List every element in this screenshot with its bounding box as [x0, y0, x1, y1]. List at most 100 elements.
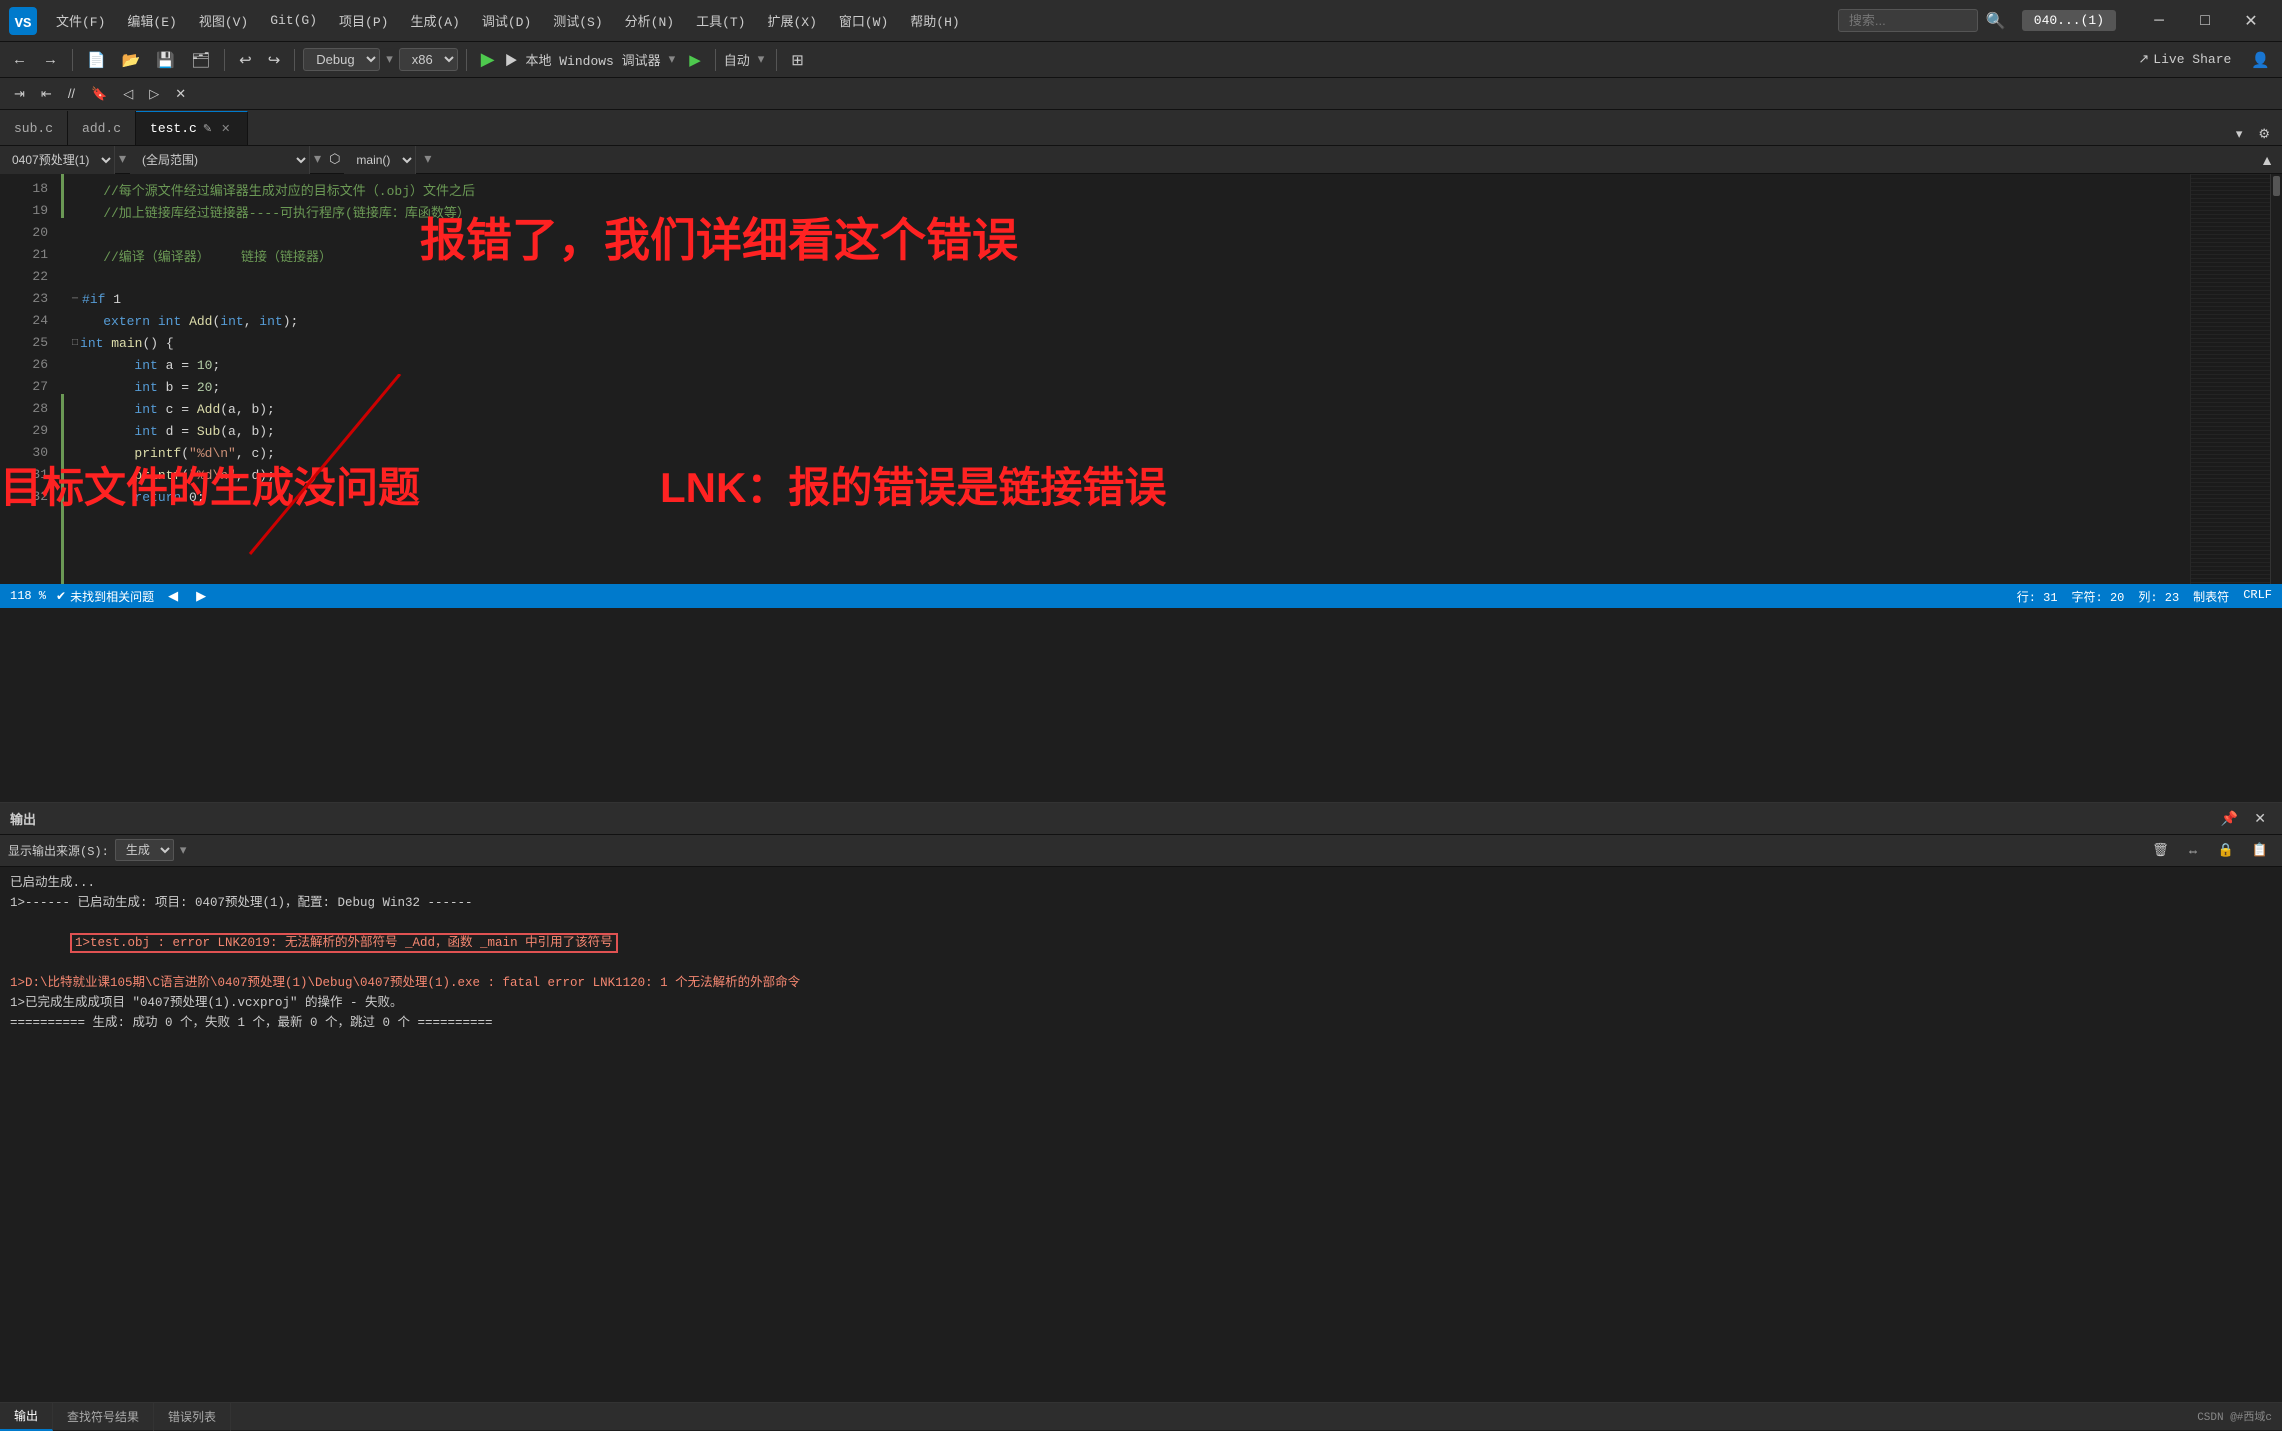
modified-indicator: ✎	[203, 122, 212, 136]
code-text-24-space2	[181, 314, 189, 329]
search-input[interactable]	[1838, 9, 1978, 32]
code-line-23: ─ #if 1	[72, 288, 2190, 310]
scope-select[interactable]: 0407预处理(1)	[0, 146, 115, 174]
nav-up-button[interactable]: ▲	[2252, 150, 2282, 170]
layout-button[interactable]: ⊞	[785, 48, 810, 72]
context-select[interactable]: (全局范围)	[130, 146, 310, 174]
clear-output-button[interactable]: 🗑	[2146, 840, 2175, 860]
code-27-b: b =	[158, 380, 197, 395]
code-content[interactable]: //每个源文件经过编译器生成对应的目标文件（.obj）文件之后 //加上链接库经…	[64, 174, 2190, 584]
tab-list-button[interactable]: ▾	[2230, 123, 2249, 145]
comment-button[interactable]: //	[62, 83, 81, 104]
bookmark-button[interactable]: 🔖	[85, 83, 113, 105]
auto-dropdown-icon[interactable]: ▾	[754, 52, 769, 67]
func-select[interactable]: main()	[344, 146, 416, 174]
debug-config-select[interactable]: Debug	[303, 48, 380, 71]
tab-test-c[interactable]: test.c ✎ ✕	[136, 111, 248, 145]
code-line-21: //编译（编译器） 链接（链接器）	[72, 244, 2190, 266]
run-button[interactable]: ▶	[475, 47, 501, 72]
scroll-left-btn[interactable]: ◀	[164, 588, 182, 604]
arch-select[interactable]: x86	[399, 48, 458, 71]
code-line-29: int d = Sub (a, b);	[72, 420, 2190, 442]
output-content: 已启动生成... 1>------ 已启动生成: 项目: 0407预处理(1)，…	[0, 867, 2282, 1403]
menu-project[interactable]: 项目(P)	[329, 7, 398, 34]
toolbar-sep-5	[715, 49, 716, 71]
open-button[interactable]: 📂	[116, 48, 147, 72]
close-button[interactable]: ✕	[2228, 0, 2274, 42]
toolbar-sep-4	[466, 49, 467, 71]
output-tabs: 输出 查找符号结果 错误列表	[0, 1402, 2282, 1430]
panel-close-button[interactable]: ✕	[2248, 808, 2272, 829]
line-num-28: 28	[0, 398, 48, 420]
code-line-19: //加上链接库经过链接器----可执行程序(链接库：库函数等）	[72, 200, 2190, 222]
status-check: ✔ 未找到相关问题	[56, 588, 154, 605]
menu-test[interactable]: 测试(S)	[543, 7, 612, 34]
menu-file[interactable]: 文件(F)	[46, 7, 115, 34]
output-panel-header: 输出 📌 ✕	[0, 803, 2282, 835]
fold-23[interactable]: ─	[72, 294, 78, 305]
menu-view[interactable]: 视图(V)	[189, 7, 258, 34]
output-tab-output[interactable]: 输出	[0, 1403, 53, 1431]
outdent-button[interactable]: ⇤	[35, 83, 58, 105]
tab-test-c-close[interactable]: ✕	[218, 120, 233, 138]
restart-button[interactable]: ▶	[683, 48, 707, 72]
run-label: ▶ 本地 Windows 调试器	[505, 50, 661, 69]
code-29-int: int	[134, 424, 157, 439]
tab-add-c[interactable]: add.c	[68, 111, 136, 145]
output-line-2: 1>------ 已启动生成: 项目: 0407预处理(1)，配置: Debug…	[10, 893, 2272, 913]
scroll-thumb[interactable]	[2273, 176, 2280, 196]
save-all-button[interactable]: 🗂	[185, 48, 216, 72]
indent-button[interactable]: ⇥	[8, 83, 31, 105]
back-button[interactable]: ←	[6, 48, 33, 71]
menu-git[interactable]: Git(G)	[260, 9, 327, 32]
menu-help[interactable]: 帮助(H)	[900, 7, 969, 34]
menu-extensions[interactable]: 扩展(X)	[757, 7, 826, 34]
panel-pin-button[interactable]: 📌	[2215, 808, 2244, 829]
output-tab-error-list[interactable]: 错误列表	[154, 1403, 231, 1431]
undo-button[interactable]: ↩	[233, 48, 258, 72]
run-dropdown-icon[interactable]: ▾	[665, 52, 680, 67]
forward-button[interactable]: →	[37, 48, 64, 71]
new-file-button[interactable]: 📄	[81, 48, 112, 72]
menu-build[interactable]: 生成(A)	[400, 7, 469, 34]
code-text-25-int: int	[80, 336, 103, 351]
menu-edit[interactable]: 编辑(E)	[117, 7, 186, 34]
minimize-button[interactable]: ─	[2136, 0, 2182, 42]
menu-analyze[interactable]: 分析(N)	[615, 7, 684, 34]
title-display: 040...(1)	[2022, 10, 2116, 31]
code-30-printf: printf	[134, 446, 181, 461]
menu-debug[interactable]: 调试(D)	[472, 7, 541, 34]
output-source-select[interactable]: 生成	[115, 839, 174, 861]
save-button[interactable]: 💾	[150, 48, 181, 72]
bookmark-clear[interactable]: ✕	[169, 83, 192, 105]
line-num-25: 25	[0, 332, 48, 354]
code-26-a: a =	[158, 358, 197, 373]
code-text-18: //每个源文件经过编译器生成对应的目标文件（.obj）文件之后	[72, 180, 475, 199]
line-num-22: 22	[0, 266, 48, 288]
wrap-output-button[interactable]: ⇔	[2181, 841, 2206, 860]
code-text-24-comma: ,	[244, 314, 260, 329]
scroll-right-btn[interactable]: ▶	[192, 588, 210, 604]
tab-settings-button[interactable]: ⚙	[2252, 123, 2276, 145]
menu-window[interactable]: 窗口(W)	[829, 7, 898, 34]
editor-scrollbar[interactable]	[2270, 174, 2282, 584]
search-icon[interactable]: 🔍	[1980, 11, 2012, 31]
fold-25[interactable]: □	[72, 338, 78, 349]
bookmark-next[interactable]: ▷	[143, 83, 165, 105]
watermark: CSDN @#西域c	[2197, 1408, 2272, 1424]
user-icon[interactable]: 👤	[2245, 48, 2276, 72]
copy-output-button[interactable]: 📋	[2246, 840, 2274, 860]
editor-nav-bar: 0407预处理(1) ▾ (全局范围) ▾ ⬡ main() ▾ ▲	[0, 146, 2282, 174]
bookmark-prev[interactable]: ◁	[117, 83, 139, 105]
tab-sub-c[interactable]: sub.c	[0, 111, 68, 145]
code-text-24-space	[150, 314, 158, 329]
menu-tools[interactable]: 工具(T)	[686, 7, 755, 34]
line-num-19: 19	[0, 200, 48, 222]
redo-button[interactable]: ↪	[262, 48, 287, 72]
live-share-button[interactable]: ↗ Live Share	[2128, 49, 2241, 70]
output-tab-find-symbol[interactable]: 查找符号结果	[53, 1403, 154, 1431]
lock-output-button[interactable]: 🔒	[2212, 840, 2240, 860]
code-31-str: "%d\n"	[189, 468, 236, 483]
maximize-button[interactable]: □	[2182, 0, 2228, 42]
code-editor[interactable]: 18 19 20 21 22 23 24 25 26 27 28 29 30 3…	[0, 174, 2282, 584]
